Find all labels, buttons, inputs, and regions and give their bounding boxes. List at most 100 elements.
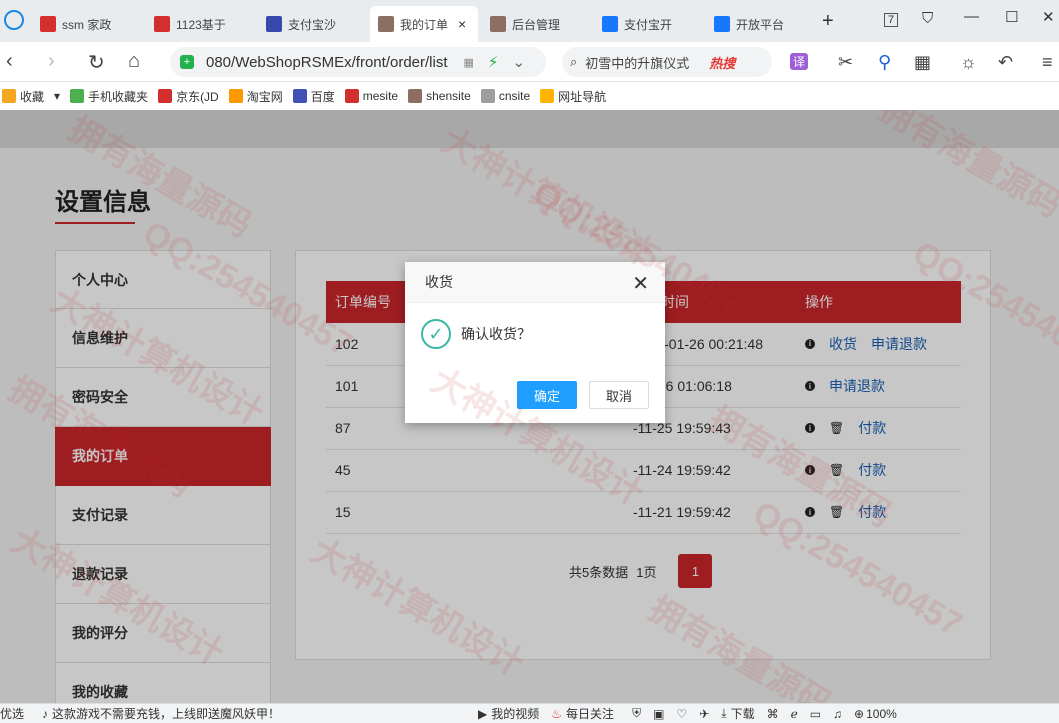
- tab-label: 开放平台: [736, 17, 785, 32]
- bookmark-item[interactable]: 淘宝网: [228, 88, 283, 105]
- dialog-title: 收货: [425, 274, 453, 290]
- shensite-icon: [408, 89, 423, 103]
- tab-favicon-icon: [40, 16, 56, 32]
- status-ad-label: 这款游戏不需要充钱，上线即送魔风妖甲！: [52, 707, 281, 721]
- tab-label: 后台管理: [512, 17, 561, 32]
- zoom-level[interactable]: ⊕ 100%: [854, 707, 897, 721]
- status-download[interactable]: ⤓ 下载: [721, 705, 754, 722]
- browser-tab[interactable]: 1123基于: [146, 6, 254, 42]
- image-icon[interactable]: ▣: [653, 707, 664, 721]
- undo-icon[interactable]: ↶: [998, 52, 1013, 73]
- shield-status-icon[interactable]: ⛨: [632, 706, 641, 721]
- url-text: 080/WebShopRSMEx/front/order/list: [206, 53, 448, 71]
- bookmark-item[interactable]: mesite: [344, 89, 399, 103]
- tab-favicon-icon: [714, 16, 730, 32]
- bookmark-item[interactable]: cnsite: [480, 89, 531, 103]
- close-window-icon[interactable]: ✕: [1042, 8, 1055, 26]
- bookmark-label: 手机收藏夹: [88, 89, 149, 104]
- tab-label: 我的订单: [400, 17, 449, 32]
- shirt-icon[interactable]: ⛉: [922, 10, 933, 27]
- browser-logo-icon[interactable]: [4, 10, 24, 30]
- ie-icon[interactable]: ℯ: [791, 707, 798, 721]
- game-icon[interactable]: ⌘: [767, 707, 779, 721]
- volume-icon[interactable]: ♫: [833, 707, 842, 721]
- phone-icon: [70, 89, 85, 103]
- reload-icon[interactable]: ↻: [88, 50, 105, 75]
- jd-icon: [158, 89, 173, 103]
- browser-tab[interactable]: ssm 家政: [32, 6, 140, 42]
- browser-tab[interactable]: 我的订单 ×: [370, 6, 478, 42]
- status-bar: 优选 ♪ 这款游戏不需要充钱，上线即送魔风妖甲！ ▶ 我的视频 ♨ 每日关注 ⛨…: [0, 703, 1059, 723]
- status-ad-text[interactable]: ♪ 这款游戏不需要充钱，上线即送魔风妖甲！: [42, 705, 280, 722]
- tab-label: 支付宝沙: [288, 17, 337, 32]
- tab-bar: ssm 家政 1123基于 支付宝沙 我的订单 × 后台管理 支付宝开 开放平台 + 7 ⛉ …: [0, 0, 1059, 42]
- back-icon[interactable]: ‹: [6, 50, 13, 73]
- hot-search-label[interactable]: 热搜: [709, 53, 735, 72]
- dialog-buttons: 确定 取消: [517, 381, 649, 409]
- tab-label: 支付宝开: [624, 17, 673, 32]
- search-box[interactable]: ⌕ 初雪中的升旗仪式 热搜: [562, 47, 772, 77]
- apps-grid-icon[interactable]: ▦: [914, 52, 931, 73]
- play-icon: ▶: [478, 706, 488, 721]
- tab-favicon-icon: [154, 16, 170, 32]
- brightness-icon[interactable]: ☼: [960, 52, 977, 73]
- tab-count-badge[interactable]: 7: [884, 13, 899, 27]
- bookmark-item[interactable]: 京东(JD: [158, 88, 219, 105]
- check-circle-icon: ✓: [421, 319, 451, 349]
- lightning-icon[interactable]: ⚡: [488, 53, 499, 71]
- minimize-icon[interactable]: —: [964, 8, 979, 25]
- browser-tab[interactable]: 开放平台: [706, 6, 814, 42]
- window-icon[interactable]: ▭: [810, 707, 821, 721]
- scissors-icon[interactable]: ✂: [838, 52, 853, 73]
- status-download-label: 下载: [730, 707, 755, 721]
- tab-favicon-icon: [378, 16, 394, 32]
- speaker-icon: ♪: [42, 706, 49, 721]
- nav-icon: [540, 89, 555, 103]
- bookmark-item[interactable]: 百度: [292, 88, 335, 105]
- magnifier-icon[interactable]: ⚲: [878, 52, 891, 73]
- plane-icon[interactable]: ✈: [699, 707, 709, 721]
- chevron-down-icon[interactable]: ▾: [54, 89, 60, 103]
- browser-tab[interactable]: 支付宝开: [594, 6, 702, 42]
- status-follow-label: 每日关注: [566, 707, 615, 721]
- dialog-body: ✓ 确认收货？: [405, 303, 665, 349]
- dialog-header: 收货 ✕: [405, 262, 665, 303]
- bookmark-label: 收藏: [20, 89, 45, 104]
- cancel-button[interactable]: 取消: [589, 381, 649, 409]
- bookmark-item[interactable]: 网址导航: [540, 88, 606, 105]
- translate-icon[interactable]: 译: [790, 53, 809, 70]
- address-bar: ‹ › ↻ ⌂ + 080/WebShopRSMEx/front/order/l…: [0, 42, 1059, 82]
- bookmark-label: cnsite: [498, 89, 531, 103]
- flame-icon: ♨: [551, 706, 563, 721]
- url-field[interactable]: + 080/WebShopRSMEx/front/order/list ▦ ⚡ …: [170, 47, 546, 77]
- search-text: 初雪中的升旗仪式: [585, 55, 690, 71]
- heart-icon[interactable]: ♡: [676, 707, 687, 721]
- new-tab-button[interactable]: +: [822, 10, 834, 33]
- bookmark-item[interactable]: shensite: [408, 89, 471, 103]
- home-icon[interactable]: ⌂: [128, 50, 140, 73]
- star-icon: [2, 89, 16, 103]
- bookmark-item[interactable]: 手机收藏夹: [70, 88, 148, 105]
- status-left-label[interactable]: 优选: [0, 705, 24, 722]
- zoom-icon: ⊕: [854, 706, 865, 721]
- browser-tab[interactable]: 支付宝沙: [258, 6, 366, 42]
- baidu-icon: [292, 89, 307, 103]
- forward-icon[interactable]: ›: [48, 50, 55, 73]
- tab-close-icon[interactable]: ×: [458, 16, 466, 32]
- menu-icon[interactable]: ≡: [1042, 52, 1053, 73]
- tab-favicon-icon: [266, 16, 282, 32]
- status-video[interactable]: ▶ 我的视频: [478, 705, 539, 722]
- qr-icon[interactable]: ▦: [464, 56, 474, 69]
- chevron-down-icon[interactable]: ⌄: [512, 53, 525, 71]
- tab-favicon-icon: [602, 16, 618, 32]
- confirm-button[interactable]: 确定: [517, 381, 577, 409]
- status-follow[interactable]: ♨ 每日关注: [551, 705, 614, 722]
- maximize-icon[interactable]: ☐: [1005, 8, 1018, 26]
- browser-tab[interactable]: 后台管理: [482, 6, 590, 42]
- bookmark-label: mesite: [362, 89, 399, 103]
- page-icon: [480, 89, 495, 103]
- close-icon[interactable]: ✕: [632, 271, 649, 296]
- bookmark-item[interactable]: 收藏 ▾: [2, 88, 60, 105]
- tab-label: ssm 家政: [62, 17, 112, 32]
- bookmark-label: 网址导航: [558, 89, 607, 104]
